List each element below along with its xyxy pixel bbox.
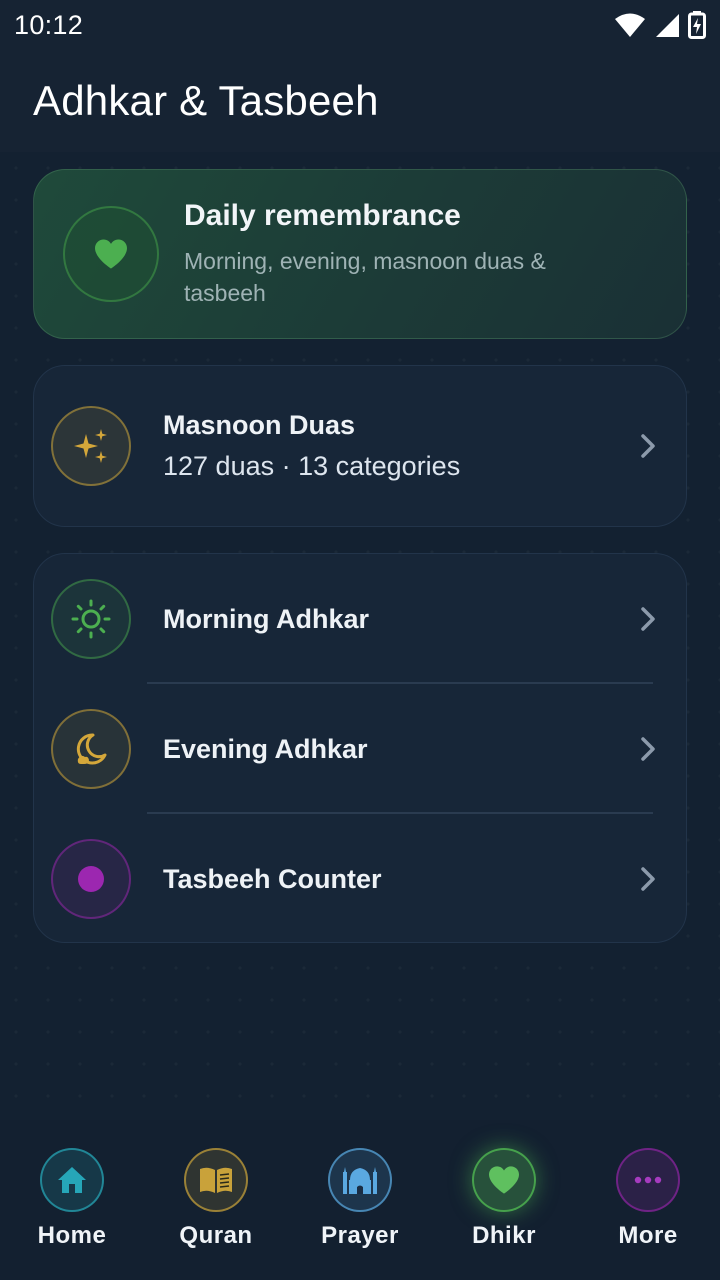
nav-label-prayer: Prayer [321, 1222, 399, 1249]
nav-label-quran: Quran [179, 1222, 253, 1249]
dot-icon [51, 839, 131, 919]
battery-icon [688, 11, 706, 39]
sun-icon [51, 579, 131, 659]
tasbeeh-counter-title: Tasbeeh Counter [163, 863, 382, 894]
nav-label-dhikr: Dhikr [472, 1222, 536, 1249]
masnoon-duas-row[interactable]: Masnoon Duas 127 duas · 13 categories [34, 366, 686, 526]
more-dots-icon [616, 1148, 680, 1212]
evening-adhkar-text: Evening Adhkar [163, 734, 686, 765]
nav-label-home: Home [37, 1222, 107, 1249]
list-item-morning-adhkar[interactable]: Morning Adhkar [34, 554, 686, 684]
bottom-navigation: Home Quran Prayer Dhikr More [0, 1120, 720, 1280]
nav-item-prayer[interactable]: Prayer [288, 1148, 432, 1250]
moon-icon [51, 709, 131, 789]
chevron-right-icon [641, 867, 655, 891]
chevron-right-icon [641, 607, 655, 631]
nav-item-home[interactable]: Home [0, 1148, 144, 1250]
evening-adhkar-title: Evening Adhkar [163, 733, 368, 764]
masnoon-duas-card[interactable]: Masnoon Duas 127 duas · 13 categories [33, 365, 687, 527]
wifi-icon [615, 13, 645, 37]
nav-item-dhikr[interactable]: Dhikr [432, 1148, 576, 1250]
list-item-evening-adhkar[interactable]: Evening Adhkar [34, 684, 686, 814]
nav-item-quran[interactable]: Quran [144, 1148, 288, 1250]
masnoon-duas-title: Masnoon Duas [163, 410, 356, 440]
app-bar: Adhkar & Tasbeeh [0, 50, 720, 152]
status-bar: 10:12 [0, 0, 720, 50]
chevron-right-icon [641, 434, 655, 458]
morning-adhkar-text: Morning Adhkar [163, 604, 686, 635]
book-icon [184, 1148, 248, 1212]
heart-icon [472, 1148, 536, 1212]
daily-remembrance-card[interactable]: Daily remembrance Morning, evening, masn… [33, 169, 687, 339]
hero-title: Daily remembrance [184, 199, 461, 232]
nav-item-more[interactable]: More [576, 1148, 720, 1250]
masnoon-duas-text: Masnoon Duas 127 duas · 13 categories [163, 410, 686, 482]
status-icons [614, 11, 706, 39]
adhkar-list-card: Morning Adhkar Evening Adhkar Tasbeeh Co… [33, 553, 687, 943]
nav-label-more: More [618, 1222, 678, 1249]
list-item-tasbeeh-counter[interactable]: Tasbeeh Counter [34, 814, 686, 944]
heart-icon [63, 206, 159, 302]
home-icon [40, 1148, 104, 1212]
mosque-icon [328, 1148, 392, 1212]
morning-adhkar-title: Morning Adhkar [163, 603, 369, 634]
page-title: Adhkar & Tasbeeh [33, 77, 379, 124]
signal-icon [656, 14, 679, 37]
hero-subtitle: Morning, evening, masnoon duas & tasbeeh [184, 248, 546, 306]
status-time: 10:12 [14, 9, 84, 40]
chevron-right-icon [641, 737, 655, 761]
sparkles-icon [51, 406, 131, 486]
masnoon-duas-subtitle: 127 duas · 13 categories [163, 451, 461, 481]
tasbeeh-counter-text: Tasbeeh Counter [163, 864, 686, 895]
hero-text: Daily remembrance Morning, evening, masn… [184, 199, 624, 309]
